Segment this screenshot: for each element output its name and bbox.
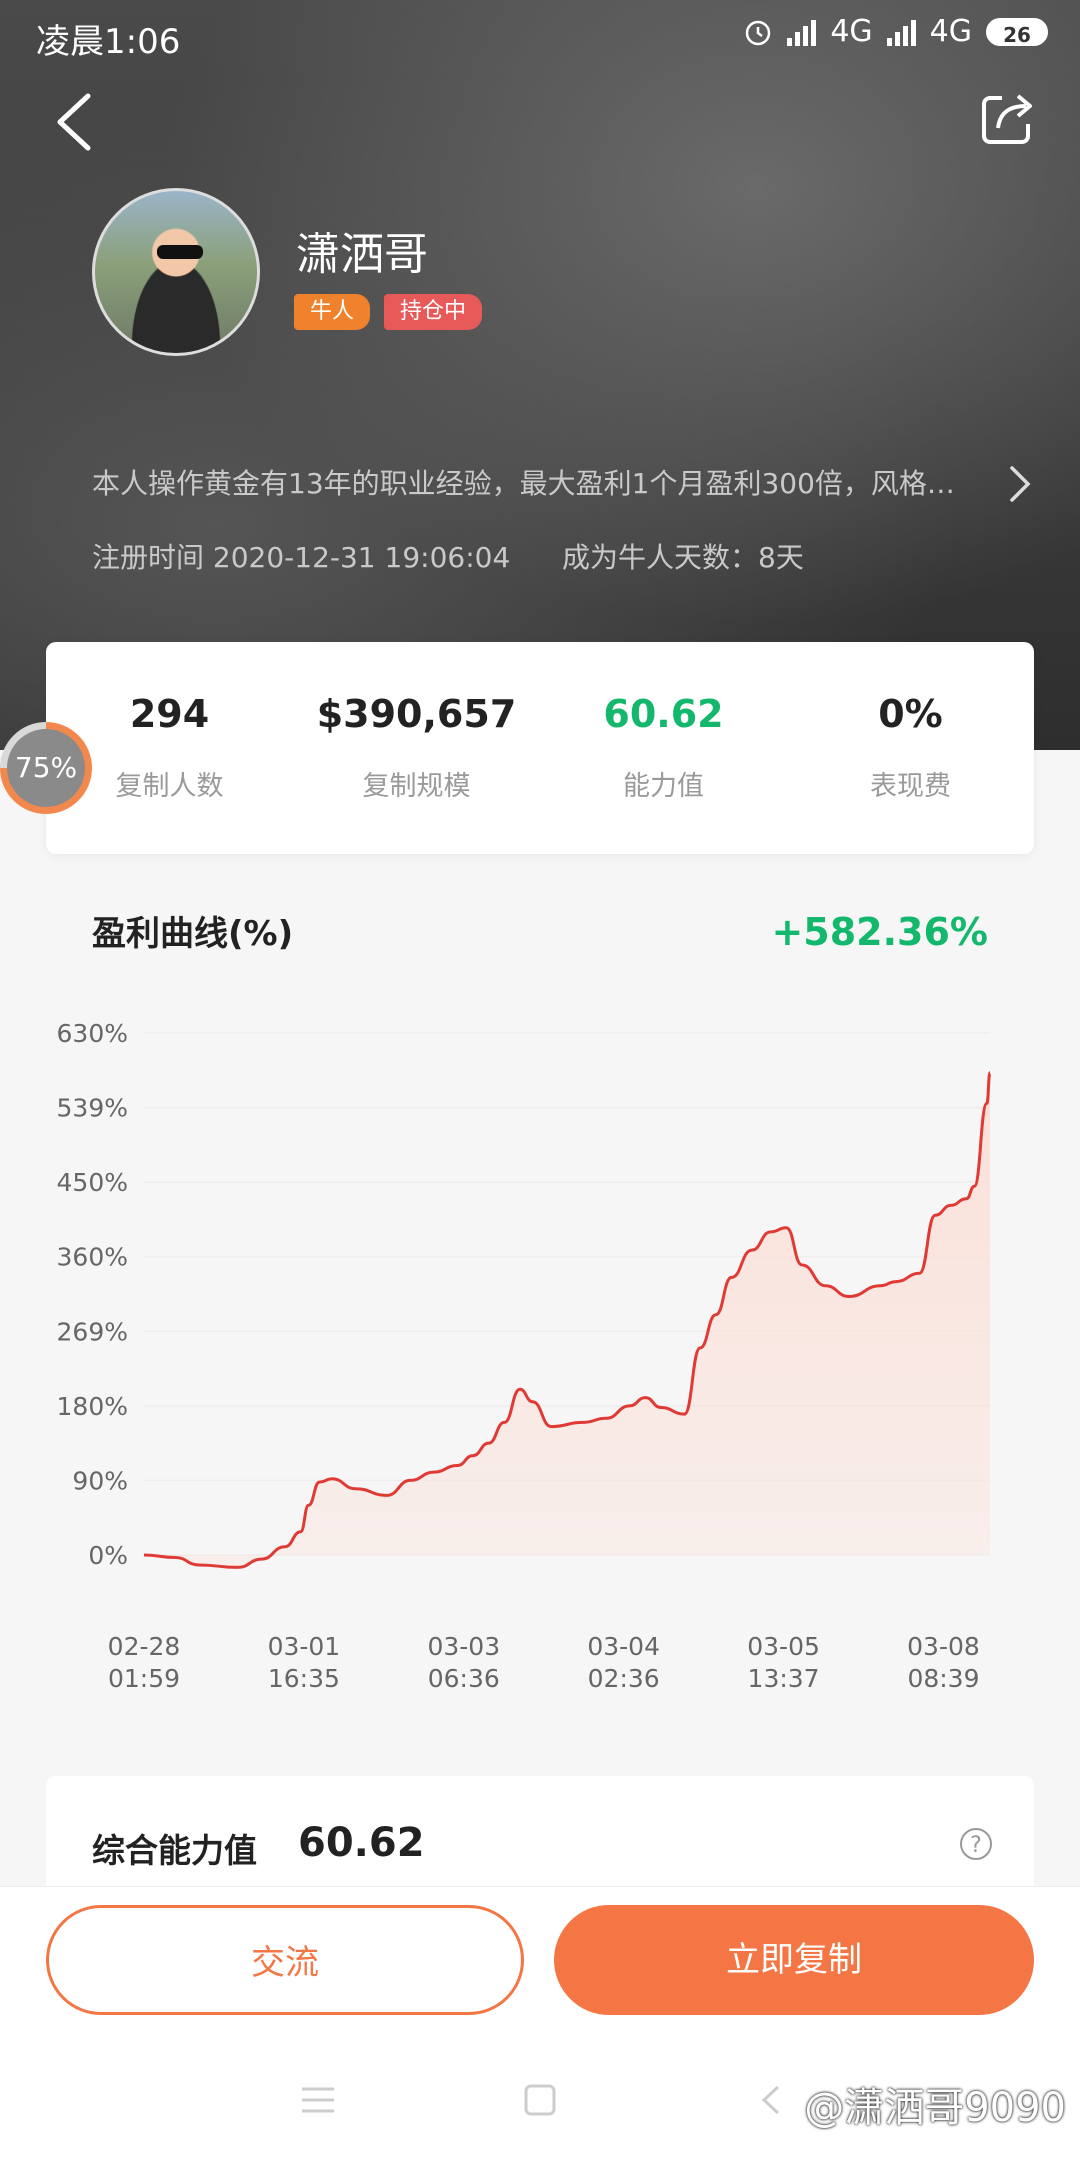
status-bar: 凌晨1:06 4G 4G 26 [0, 0, 1080, 70]
user-name: 潇洒哥 [296, 229, 428, 280]
stat-fee: 0% 表现费 [787, 692, 1034, 803]
signal-icon-2 [886, 18, 916, 46]
x-tick-date: 03-03 [427, 1632, 500, 1661]
profile-header [0, 0, 1080, 750]
stats-card: 294 复制人数 $390,657 复制规模 60.62 能力值 0% 表现费 [46, 642, 1034, 854]
network-type-1: 4G [830, 14, 873, 49]
progress-text: 75% [7, 729, 85, 807]
profit-area [144, 1072, 990, 1568]
x-tick-date: 03-05 [747, 1632, 820, 1661]
stat-ability: 60.62 能力值 [540, 692, 787, 803]
x-tick-time: 02:36 [588, 1664, 660, 1693]
tag-expert: 牛人 [294, 294, 371, 330]
ability-value: 60.62 [298, 1820, 425, 1866]
chat-button[interactable]: 交流 [46, 1905, 524, 2015]
bio-text[interactable]: 本人操作黄金有13年的职业经验，最大盈利1个月盈利300倍，风格… [92, 462, 1012, 502]
y-tick-label: 630% [57, 1019, 128, 1048]
y-tick-label: 539% [57, 1094, 128, 1123]
status-time: 凌晨1:06 [36, 22, 181, 62]
back-nav-icon[interactable] [752, 2083, 792, 2117]
x-tick-date: 03-01 [268, 1632, 341, 1661]
x-tick-date: 03-04 [587, 1632, 660, 1661]
copy-now-button[interactable]: 立即复制 [554, 1905, 1034, 2015]
ability-card: 综合能力值 60.62 ? [46, 1776, 1034, 1896]
x-tick-time: 13:37 [748, 1664, 820, 1693]
x-tick-date: 02-28 [108, 1632, 181, 1661]
stat-value: 60.62 [603, 692, 724, 736]
stat-scale: $390,657 复制规模 [293, 692, 540, 803]
expert-days: 成为牛人天数：8天 [562, 541, 804, 574]
help-icon[interactable]: ? [960, 1828, 992, 1860]
y-tick-label: 0% [88, 1541, 128, 1570]
menu-icon[interactable] [298, 2083, 338, 2117]
profit-chart: 630% 539% 450% 360% 269% 180% 90% 0% 02-28 01:59 0… [57, 1019, 992, 1693]
stat-label: 能力值 [623, 771, 704, 802]
x-tick-date: 03-08 [907, 1632, 980, 1661]
stat-value: $390,657 [316, 692, 517, 736]
y-tick-label: 360% [57, 1243, 128, 1272]
network-type-2: 4G [929, 14, 972, 49]
chart-total-return: +582.36% [771, 910, 988, 954]
chart-title: 盈利曲线(%) [92, 914, 294, 954]
alarm-icon [746, 20, 771, 45]
stat-value: 294 [129, 692, 210, 736]
stat-value: 0% [878, 692, 943, 736]
x-tick-time: 08:39 [907, 1664, 979, 1693]
watermark: @潇洒哥9090 [804, 2085, 1066, 2131]
chevron-right-icon[interactable] [1008, 464, 1032, 504]
y-tick-label: 450% [57, 1168, 128, 1197]
x-tick-time: 16:35 [268, 1664, 340, 1693]
signal-icon [787, 18, 817, 46]
y-tick-label: 269% [57, 1317, 128, 1346]
share-icon[interactable] [980, 90, 1036, 146]
progress-badge[interactable]: 75% [0, 722, 92, 814]
stat-label: 复制规模 [362, 771, 471, 802]
back-arrow-icon[interactable] [52, 92, 96, 152]
y-tick-label: 90% [72, 1466, 128, 1495]
ability-label: 综合能力值 [92, 1831, 257, 1870]
battery-icon: 26 [986, 17, 1048, 47]
tag-holding: 持仓中 [384, 294, 483, 330]
x-tick-time: 06:36 [428, 1664, 500, 1693]
x-tick-time: 01:59 [108, 1664, 180, 1693]
avatar[interactable] [92, 188, 260, 356]
status-icons: 4G 4G 26 [743, 14, 1048, 49]
bottom-action-bar: 交流 立即复制 @潇洒哥9090 [0, 1886, 1080, 2161]
y-tick-label: 180% [57, 1392, 128, 1421]
stat-label: 表现费 [870, 771, 951, 802]
register-time: 注册时间 2020-12-31 19:06:04 [92, 541, 511, 574]
avatar-photo [157, 245, 203, 259]
home-icon[interactable] [520, 2083, 560, 2117]
